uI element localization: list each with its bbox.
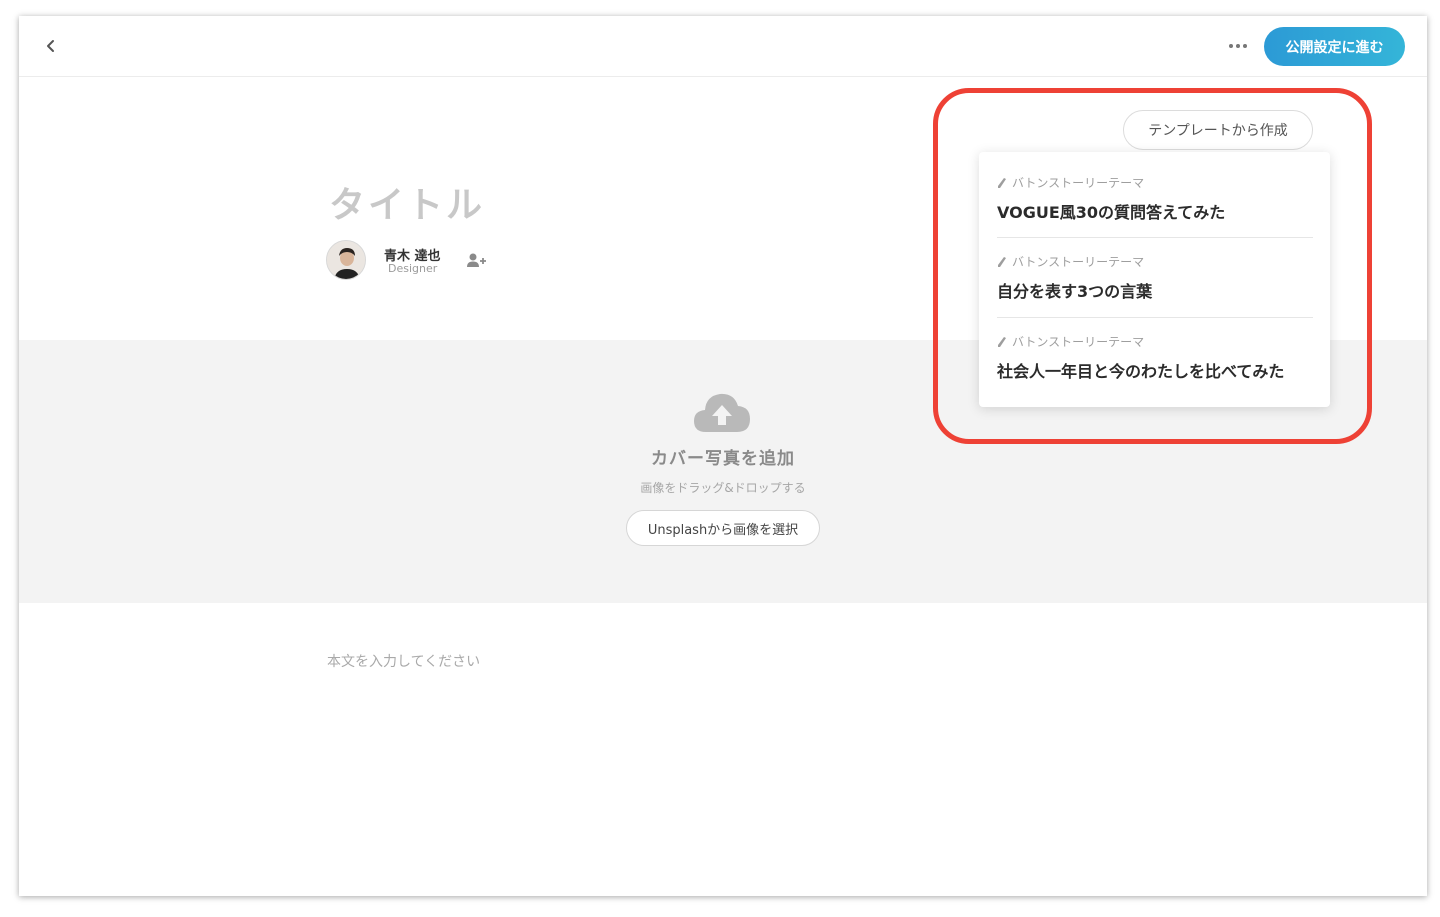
template-category: バトンストーリーテーマ: [997, 253, 1313, 270]
cloud-upload-icon: [692, 388, 752, 434]
pencil-icon: [998, 256, 1006, 267]
template-item[interactable]: バトンストーリーテーマ VOGUE風30の質問答えてみた: [997, 174, 1313, 223]
template-item[interactable]: バトンストーリーテーマ 自分を表す3つの言葉: [997, 253, 1313, 302]
template-category-label: バトンストーリーテーマ: [1012, 255, 1145, 269]
more-options-button[interactable]: [1224, 34, 1252, 58]
more-horizontal-icon: [1229, 44, 1247, 48]
cover-title: カバー写真を追加: [651, 449, 795, 469]
divider: [997, 317, 1313, 318]
template-title: VOGUE風30の質問答えてみた: [997, 203, 1226, 222]
divider: [997, 237, 1313, 238]
title-input[interactable]: タイトル: [329, 176, 485, 228]
template-item[interactable]: バトンストーリーテーマ 社会人一年目と今のわたしを比べてみた: [997, 333, 1313, 382]
editor-window: 公開設定に進む タイトル 青木 達也 Designer カバー写真を追加 画像を…: [19, 16, 1427, 896]
body-input[interactable]: 本文を入力してください: [327, 651, 480, 671]
template-title: 社会人一年目と今のわたしを比べてみた: [997, 362, 1285, 381]
template-title: 自分を表す3つの言葉: [997, 282, 1153, 301]
chevron-left-icon: [47, 40, 54, 52]
template-category: バトンストーリーテーマ: [997, 333, 1313, 350]
person-photo-icon: [327, 241, 365, 279]
author-role: Designer: [388, 262, 438, 275]
top-bar: 公開設定に進む: [19, 16, 1427, 77]
template-category: バトンストーリーテーマ: [997, 174, 1313, 191]
template-category-label: バトンストーリーテーマ: [1012, 335, 1145, 349]
template-dropdown: バトンストーリーテーマ VOGUE風30の質問答えてみた バトンストーリーテーマ…: [979, 152, 1330, 407]
pencil-icon: [998, 177, 1006, 188]
template-category-label: バトンストーリーテーマ: [1012, 176, 1145, 190]
add-coauthor-button[interactable]: [465, 250, 489, 270]
pencil-icon: [998, 336, 1006, 347]
unsplash-select-button[interactable]: Unsplashから画像を選択: [626, 510, 820, 546]
back-button[interactable]: [39, 34, 63, 58]
author-avatar: [326, 240, 366, 280]
add-user-icon: [467, 253, 486, 267]
publish-settings-button[interactable]: 公開設定に進む: [1264, 27, 1405, 66]
cover-subtitle: 画像をドラッグ&ドロップする: [640, 481, 806, 495]
create-from-template-button[interactable]: テンプレートから作成: [1123, 110, 1313, 150]
